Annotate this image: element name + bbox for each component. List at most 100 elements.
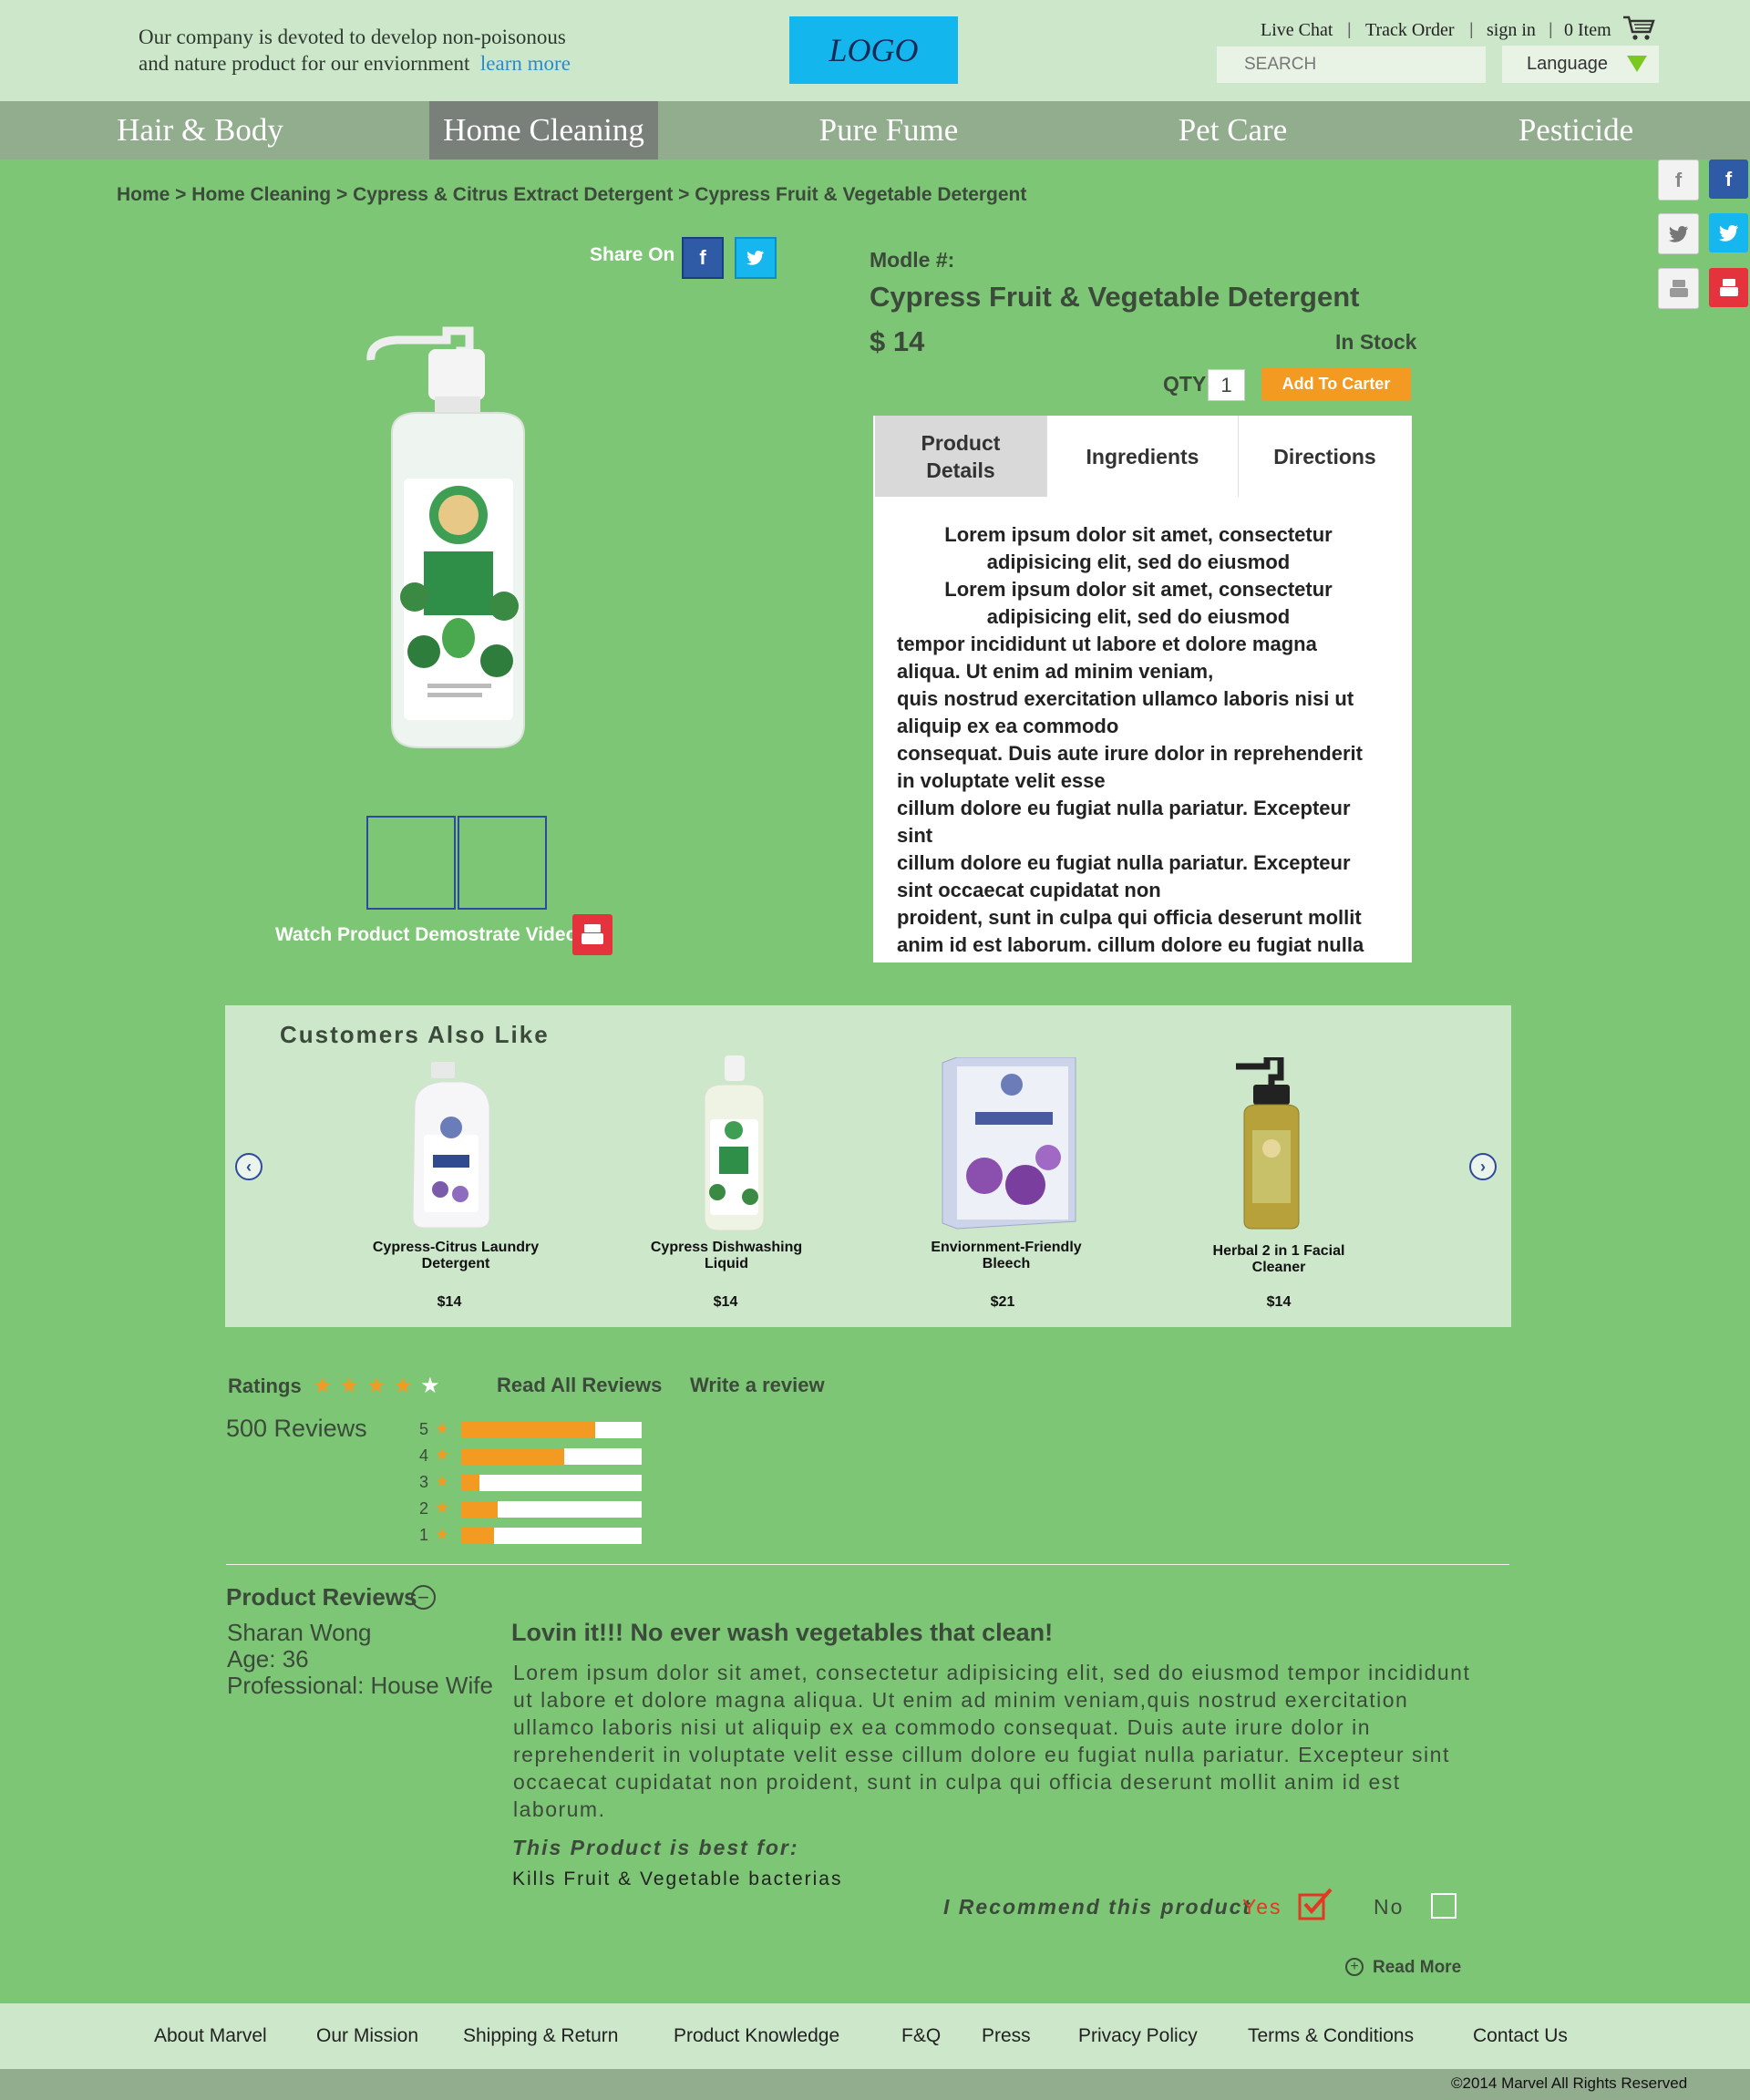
youtube-icon[interactable] [572,914,612,955]
nav-home-cleaning[interactable]: Home Cleaning [429,101,658,160]
footer-link-contact[interactable]: Contact Us [1473,2025,1568,2047]
nav-pet-care[interactable]: Pet Care [1158,101,1308,160]
read-all-reviews-link[interactable]: Read All Reviews [497,1374,662,1397]
model-label: Modle #: [870,248,955,272]
rating-bar-fill [461,1528,494,1544]
twitter-icon[interactable] [1658,213,1699,254]
breadcrumb[interactable]: Home > Home Cleaning > Cypress & Citrus … [117,184,1026,206]
star-icon: ★ [393,1374,414,1398]
rating-bar [461,1475,642,1491]
copyright-text: ©2014 Marvel All Rights Reserved [1451,2074,1688,2092]
no-checkbox[interactable] [1431,1893,1457,1919]
tab-label: Details [926,458,995,482]
footer-link-privacy[interactable]: Privacy Policy [1078,2025,1198,2047]
footer-link-shipping[interactable]: Shipping & Return [463,2025,618,2047]
footer-link-faq[interactable]: F&Q [901,2025,941,2047]
tagline-line-2: and nature product for our enviornment [139,52,470,75]
thumbnail[interactable] [366,816,456,910]
separator: | [1549,20,1553,38]
bar-label: 4 [419,1446,429,1465]
tab-directions[interactable]: Directions [1238,416,1411,497]
rating-bar [461,1501,642,1518]
watch-video-label[interactable]: Watch Product Demostrate Video [275,924,577,946]
quantity-input[interactable]: 1 [1208,369,1245,401]
rating-bar [461,1528,642,1544]
shopping-cart-icon[interactable] [1622,15,1655,42]
yes-checkbox[interactable] [1298,1888,1334,1920]
rating-bar-fill [461,1448,564,1465]
footer-link-press[interactable]: Press [982,2025,1031,2047]
youtube-icon[interactable] [1658,268,1699,309]
footer-link-knowledge[interactable]: Product Knowledge [674,2025,839,2047]
twitter-icon[interactable] [735,237,777,279]
tab-text: tempor incididunt ut labore et dolore ma… [897,633,1317,683]
qty-label: QTY [1163,372,1207,396]
share-label: Share On [590,244,675,265]
facebook-icon[interactable]: f [1658,160,1699,201]
star-icon: ★ [435,1472,450,1490]
also-like-name[interactable]: Enviornment-Friendly Bleech [915,1240,1097,1272]
separator: | [1347,20,1352,38]
reviewer-profession: Professional: House Wife [227,1672,493,1699]
also-like-name-line: Cleaner [1251,1260,1306,1275]
track-order-link[interactable]: Track Order [1365,20,1455,41]
tab-text: cillum dolore eu fugiat nulla pariatur. … [897,797,1351,847]
bar-label: 3 [419,1473,429,1491]
star-icon: ★ [435,1525,450,1543]
nav-hair-body[interactable]: Hair & Body [102,101,298,160]
thumbnail[interactable] [458,816,547,910]
also-like-name[interactable]: Herbal 2 in 1 Facial Cleaner [1188,1243,1370,1276]
bar-label: 1 [419,1526,429,1544]
tab-text: quis nostrud exercitation ullamco labori… [897,687,1354,737]
best-for-value: Kills Fruit & Vegetable bacterias [512,1868,843,1889]
footer-link-mission[interactable]: Our Mission [316,2025,418,2047]
bar-label: 5 [419,1420,429,1438]
also-like-price: $14 [1266,1294,1292,1310]
facebook-icon[interactable]: f [1709,160,1748,199]
learn-more-link[interactable]: learn more [480,52,571,75]
tab-text: Lorem ipsum dolor sit amet, consectetur … [944,578,1333,628]
stock-status: In Stock [1335,330,1417,354]
next-arrow-icon[interactable]: › [1469,1153,1497,1180]
nav-pesticide[interactable]: Pesticide [1502,101,1650,160]
product-image [1236,1057,1300,1230]
also-like-price: $21 [990,1294,1015,1310]
collapse-icon[interactable]: − [411,1585,436,1610]
write-review-link[interactable]: Write a review [690,1374,825,1397]
add-to-cart-button[interactable]: Add To Carter [1261,368,1411,400]
live-chat-link[interactable]: Live Chat [1261,20,1333,41]
rating-bar [461,1422,642,1438]
recommend-yes-label: Yes [1242,1895,1282,1919]
logo[interactable]: LOGO [789,16,958,84]
also-like-name[interactable]: Cypress-Citrus Laundry Detergent [365,1240,547,1272]
cart-count[interactable]: 0 Item [1564,20,1611,41]
tab-product-details[interactable]: Product Details [875,416,1046,497]
twitter-icon[interactable] [1709,213,1748,252]
search-input[interactable]: SEARCH [1217,46,1486,83]
also-like-price: $14 [713,1294,738,1310]
divider [226,1564,1509,1565]
youtube-icon[interactable] [1709,268,1748,307]
rating-bar-fill [461,1422,595,1438]
nav-pure-fume[interactable]: Pure Fume [802,101,975,160]
star-icon: ★ [366,1374,386,1398]
also-like-name-line: Bleech [982,1256,1031,1271]
plus-icon[interactable]: + [1345,1958,1364,1976]
sign-in-link[interactable]: sign in [1487,20,1536,41]
tab-ingredients[interactable]: Ingredients [1046,416,1238,497]
dropdown-arrow-icon[interactable] [1627,56,1647,72]
footer-link-about[interactable]: About Marvel [154,2025,267,2047]
star-icon: ★ [435,1498,450,1517]
product-image [942,1057,1076,1230]
prev-arrow-icon[interactable]: ‹ [235,1153,262,1180]
also-like-name-line: Enviornment-Friendly [931,1240,1082,1255]
star-icon: ★ [435,1419,450,1437]
facebook-icon[interactable]: f [682,237,724,279]
tab-text: cillum dolore eu fugiat nulla pariatur. … [897,851,1351,901]
also-like-name[interactable]: Cypress Dishwashing Liquid [635,1240,818,1272]
footer-link-terms[interactable]: Terms & Conditions [1248,2025,1414,2047]
company-tagline: Our company is devoted to develop non-po… [139,24,649,77]
read-more-link[interactable]: Read More [1373,1958,1461,1978]
tagline-line-1: Our company is devoted to develop non-po… [139,26,566,48]
star-icon: ★ [420,1374,440,1398]
